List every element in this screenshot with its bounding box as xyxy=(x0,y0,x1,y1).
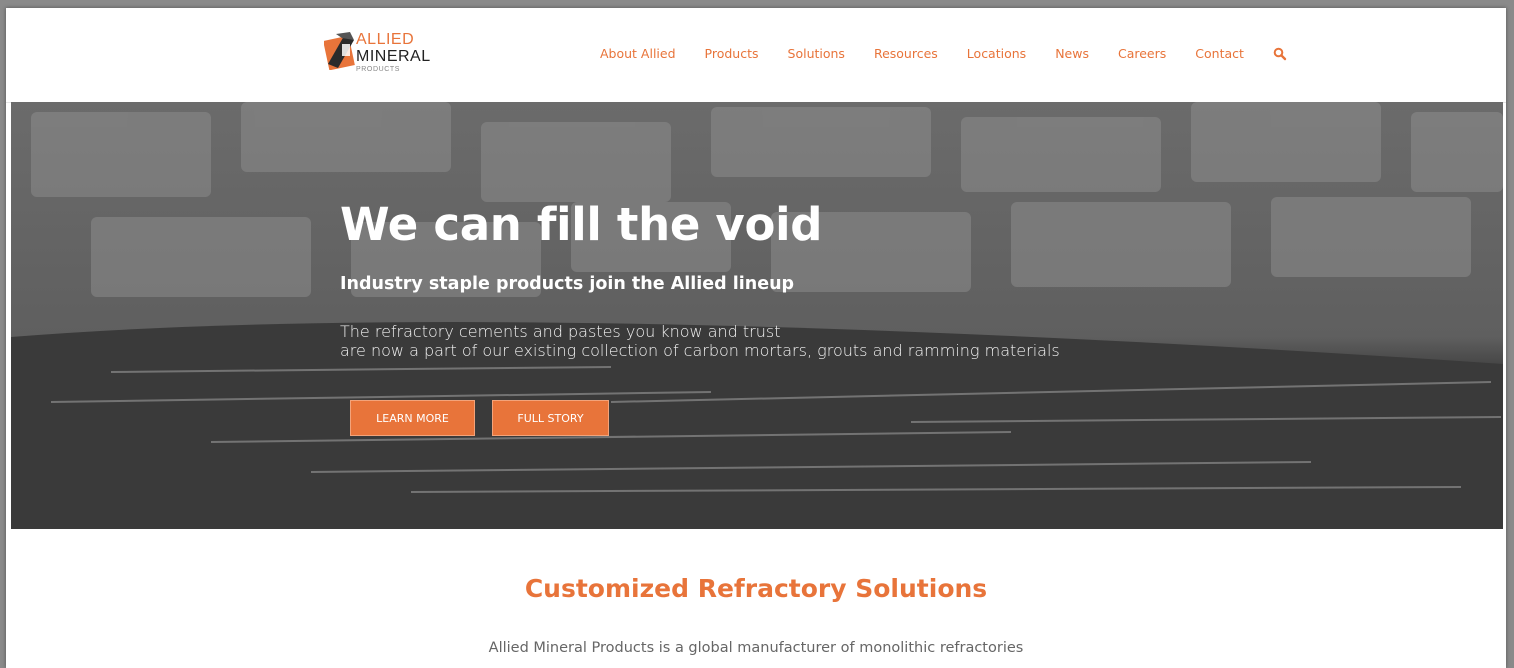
site-logo[interactable]: ALLIED MINERAL PRODUCTS xyxy=(324,28,464,90)
search-icon[interactable] xyxy=(1273,47,1287,61)
logo-mark-icon xyxy=(324,32,355,70)
nav-products[interactable]: Products xyxy=(705,46,759,61)
nav-locations[interactable]: Locations xyxy=(967,46,1026,61)
full-story-button[interactable]: FULL STORY xyxy=(492,400,609,436)
main-nav: About Allied Products Solutions Resource… xyxy=(600,46,1287,61)
hero-text: The refractory cements and pastes you kn… xyxy=(340,322,1060,360)
nav-contact[interactable]: Contact xyxy=(1195,46,1244,61)
hero-banner: We can fill the void Industry staple pro… xyxy=(11,102,1503,529)
logo-products: PRODUCTS xyxy=(356,66,401,73)
hero-text-line-1: The refractory cements and pastes you kn… xyxy=(340,322,781,341)
site-header: ALLIED MINERAL PRODUCTS About Allied Pro… xyxy=(6,8,1506,103)
hero-background-image xyxy=(11,102,1503,529)
logo-allied: ALLIED xyxy=(356,31,415,48)
section-title: Customized Refractory Solutions xyxy=(524,574,988,603)
nav-careers[interactable]: Careers xyxy=(1118,46,1166,61)
hero-subtitle: Industry staple products join the Allied… xyxy=(340,274,795,294)
nav-solutions[interactable]: Solutions xyxy=(788,46,845,61)
nav-resources[interactable]: Resources xyxy=(874,46,938,61)
nav-news[interactable]: News xyxy=(1055,46,1089,61)
hero-text-line-2: are now a part of our existing collectio… xyxy=(340,341,1060,360)
page-frame: ALLIED MINERAL PRODUCTS About Allied Pro… xyxy=(6,8,1506,668)
logo-mineral: MINERAL xyxy=(356,48,431,65)
nav-about-allied[interactable]: About Allied xyxy=(600,46,676,61)
logo-text: ALLIED MINERAL PRODUCTS xyxy=(356,31,431,74)
hero-title: We can fill the void xyxy=(340,198,823,251)
learn-more-button[interactable]: LEARN MORE xyxy=(350,400,475,436)
